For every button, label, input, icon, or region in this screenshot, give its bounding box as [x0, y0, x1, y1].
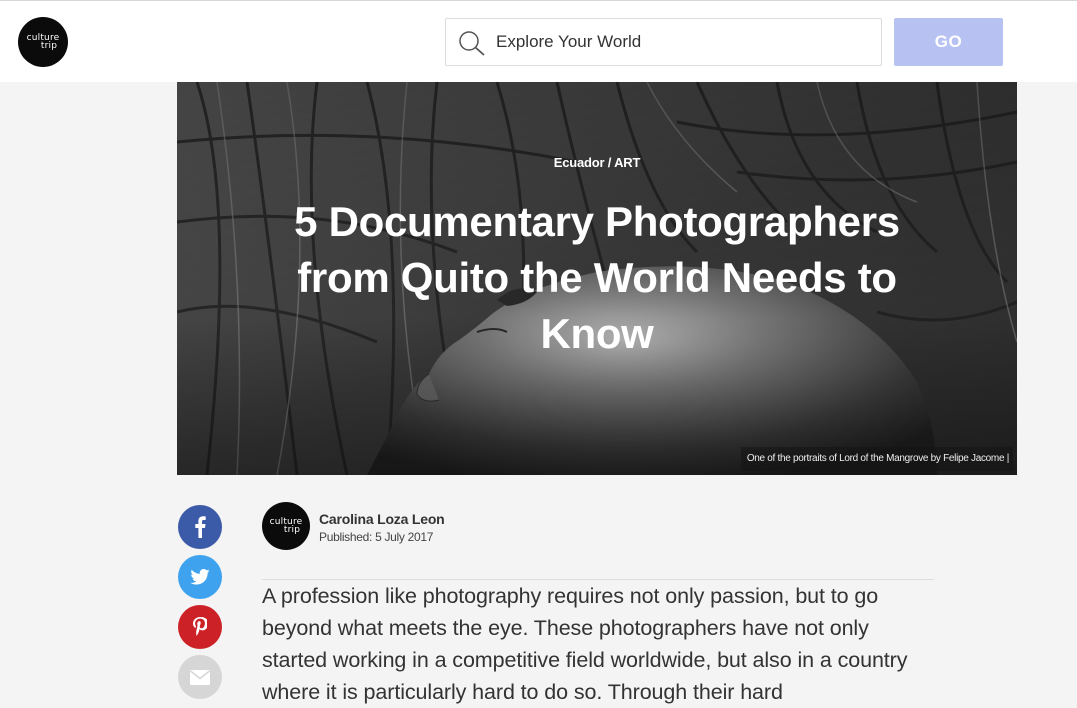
- avatar-wordmark: culture trip: [269, 517, 303, 535]
- twitter-share-button[interactable]: [178, 555, 222, 599]
- search-icon: [459, 31, 485, 56]
- culture-trip-logo[interactable]: culture trip: [18, 17, 68, 67]
- email-share-button[interactable]: [178, 655, 222, 699]
- pinterest-share-button[interactable]: [178, 605, 222, 649]
- pinterest-icon: [193, 617, 207, 636]
- envelope-icon: [190, 669, 210, 685]
- search-input[interactable]: [496, 19, 866, 65]
- image-caption: One of the portraits of Lord of the Mang…: [740, 447, 1013, 471]
- logo-wordmark: culture trip: [26, 33, 60, 51]
- facebook-icon: [195, 516, 206, 538]
- hero-image: Ecuador / ART 5 Documentary Photographer…: [177, 82, 1017, 475]
- twitter-icon: [190, 569, 210, 585]
- go-button[interactable]: GO: [894, 18, 1003, 66]
- publish-date: Published: 5 July 2017: [319, 530, 434, 544]
- site-header: culture trip GO: [0, 1, 1077, 82]
- author-name[interactable]: Carolina Loza Leon: [319, 511, 445, 527]
- facebook-share-button[interactable]: [178, 505, 222, 549]
- hero-category[interactable]: Ecuador / ART: [177, 155, 1017, 170]
- search-box: [445, 18, 882, 66]
- article-title: 5 Documentary Photographers from Quito t…: [294, 198, 900, 357]
- author-avatar[interactable]: culture trip: [262, 502, 310, 550]
- article-intro: A profession like photography requires n…: [262, 584, 908, 704]
